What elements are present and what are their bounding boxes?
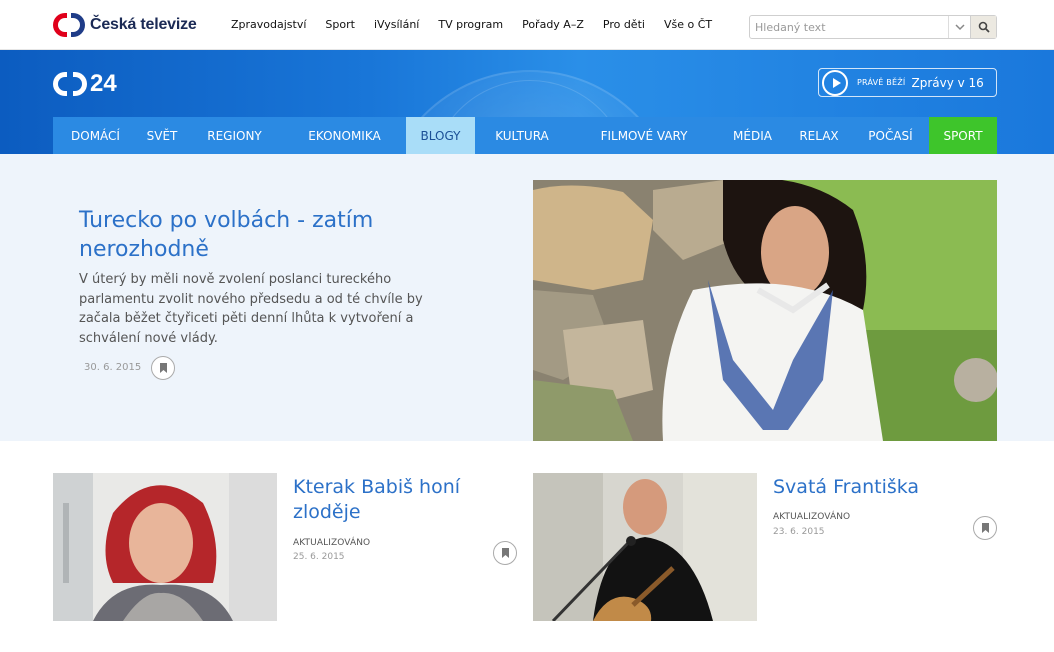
live-program: Zprávy v 16 xyxy=(911,75,984,90)
nav-item-pocasi[interactable]: POČASÍ xyxy=(852,117,929,154)
top-bar: Česká televize Zpravodajství Sport iVysí… xyxy=(0,0,1054,50)
nav-item-blogy[interactable]: BLOGY xyxy=(406,117,475,154)
bookmark-icon[interactable] xyxy=(973,516,997,540)
hero-image[interactable] xyxy=(533,180,997,441)
topnav-item-vse-o-ct[interactable]: Vše o ČT xyxy=(664,18,712,31)
bookmark-icon[interactable] xyxy=(493,541,517,565)
ct24-logo-icon xyxy=(53,72,87,96)
search-button[interactable] xyxy=(970,16,996,38)
nav-item-relax[interactable]: RELAX xyxy=(786,117,852,154)
chevron-down-icon xyxy=(954,23,965,30)
hero-date: 30. 6. 2015 xyxy=(84,362,142,373)
topnav-item-pro-deti[interactable]: Pro děti xyxy=(603,18,645,31)
card-date-frantiska: 23. 6. 2015 xyxy=(773,527,825,537)
search-box xyxy=(749,15,997,39)
topnav-item-ivysilani[interactable]: iVysílání xyxy=(374,18,419,31)
live-label: PRÁVĚ BĚŽÍ xyxy=(857,78,906,87)
hero-perex: V úterý by měli nově zvolení poslanci tu… xyxy=(79,272,423,346)
card-updated-label-frantiska: AKTUALIZOVÁNO xyxy=(773,512,851,522)
nav-item-media[interactable]: MÉDIA xyxy=(719,117,786,154)
nav-item-sport[interactable]: SPORT xyxy=(929,117,997,154)
card-image-frantiska[interactable] xyxy=(533,473,757,621)
search-icon xyxy=(978,21,990,33)
topnav-item-sport[interactable]: Sport xyxy=(325,18,355,31)
ct-logo-icon xyxy=(53,13,85,37)
top-nav: Zpravodajství Sport iVysílání TV program… xyxy=(231,18,712,31)
card-title-frantiska[interactable]: Svatá Františka xyxy=(773,475,983,500)
hero-title[interactable]: Turecko po volbách - zatím nerozhodně xyxy=(79,206,479,264)
nav-item-filmove-vary[interactable]: FILMOVÉ VARY xyxy=(569,117,719,154)
main-nav: DOMÁCÍ SVĚT REGIONY EKONOMIKA BLOGY KULT… xyxy=(53,117,997,154)
bookmark-icon[interactable] xyxy=(151,356,175,380)
play-icon xyxy=(822,69,848,96)
ct-logo-text: Česká televize xyxy=(90,16,197,33)
card-date-babis: 25. 6. 2015 xyxy=(293,552,345,562)
card-title-babis[interactable]: Kterak Babiš honí zloděje xyxy=(293,475,503,525)
ct24-logo[interactable]: 24 xyxy=(53,70,117,98)
nav-item-kultura[interactable]: KULTURA xyxy=(475,117,569,154)
topnav-item-zpravodajstvi[interactable]: Zpravodajství xyxy=(231,18,306,31)
nav-item-ekonomika[interactable]: EKONOMIKA xyxy=(283,117,406,154)
nav-item-regiony[interactable]: REGIONY xyxy=(186,117,283,154)
topnav-item-tv-program[interactable]: TV program xyxy=(438,18,503,31)
nav-item-domaci[interactable]: DOMÁCÍ xyxy=(53,117,138,154)
ct24-logo-number: 24 xyxy=(90,70,117,97)
nav-item-svet[interactable]: SVĚT xyxy=(138,117,186,154)
search-dropdown-button[interactable] xyxy=(948,16,970,38)
card-updated-label-babis: AKTUALIZOVÁNO xyxy=(293,538,371,548)
ct-logo[interactable]: Česká televize xyxy=(53,13,197,37)
card-image-babis[interactable] xyxy=(53,473,277,621)
live-now-button[interactable]: PRÁVĚ BĚŽÍ Zprávy v 16 xyxy=(818,68,997,97)
search-input[interactable] xyxy=(750,16,948,38)
topnav-item-porady[interactable]: Pořady A–Z xyxy=(522,18,584,31)
